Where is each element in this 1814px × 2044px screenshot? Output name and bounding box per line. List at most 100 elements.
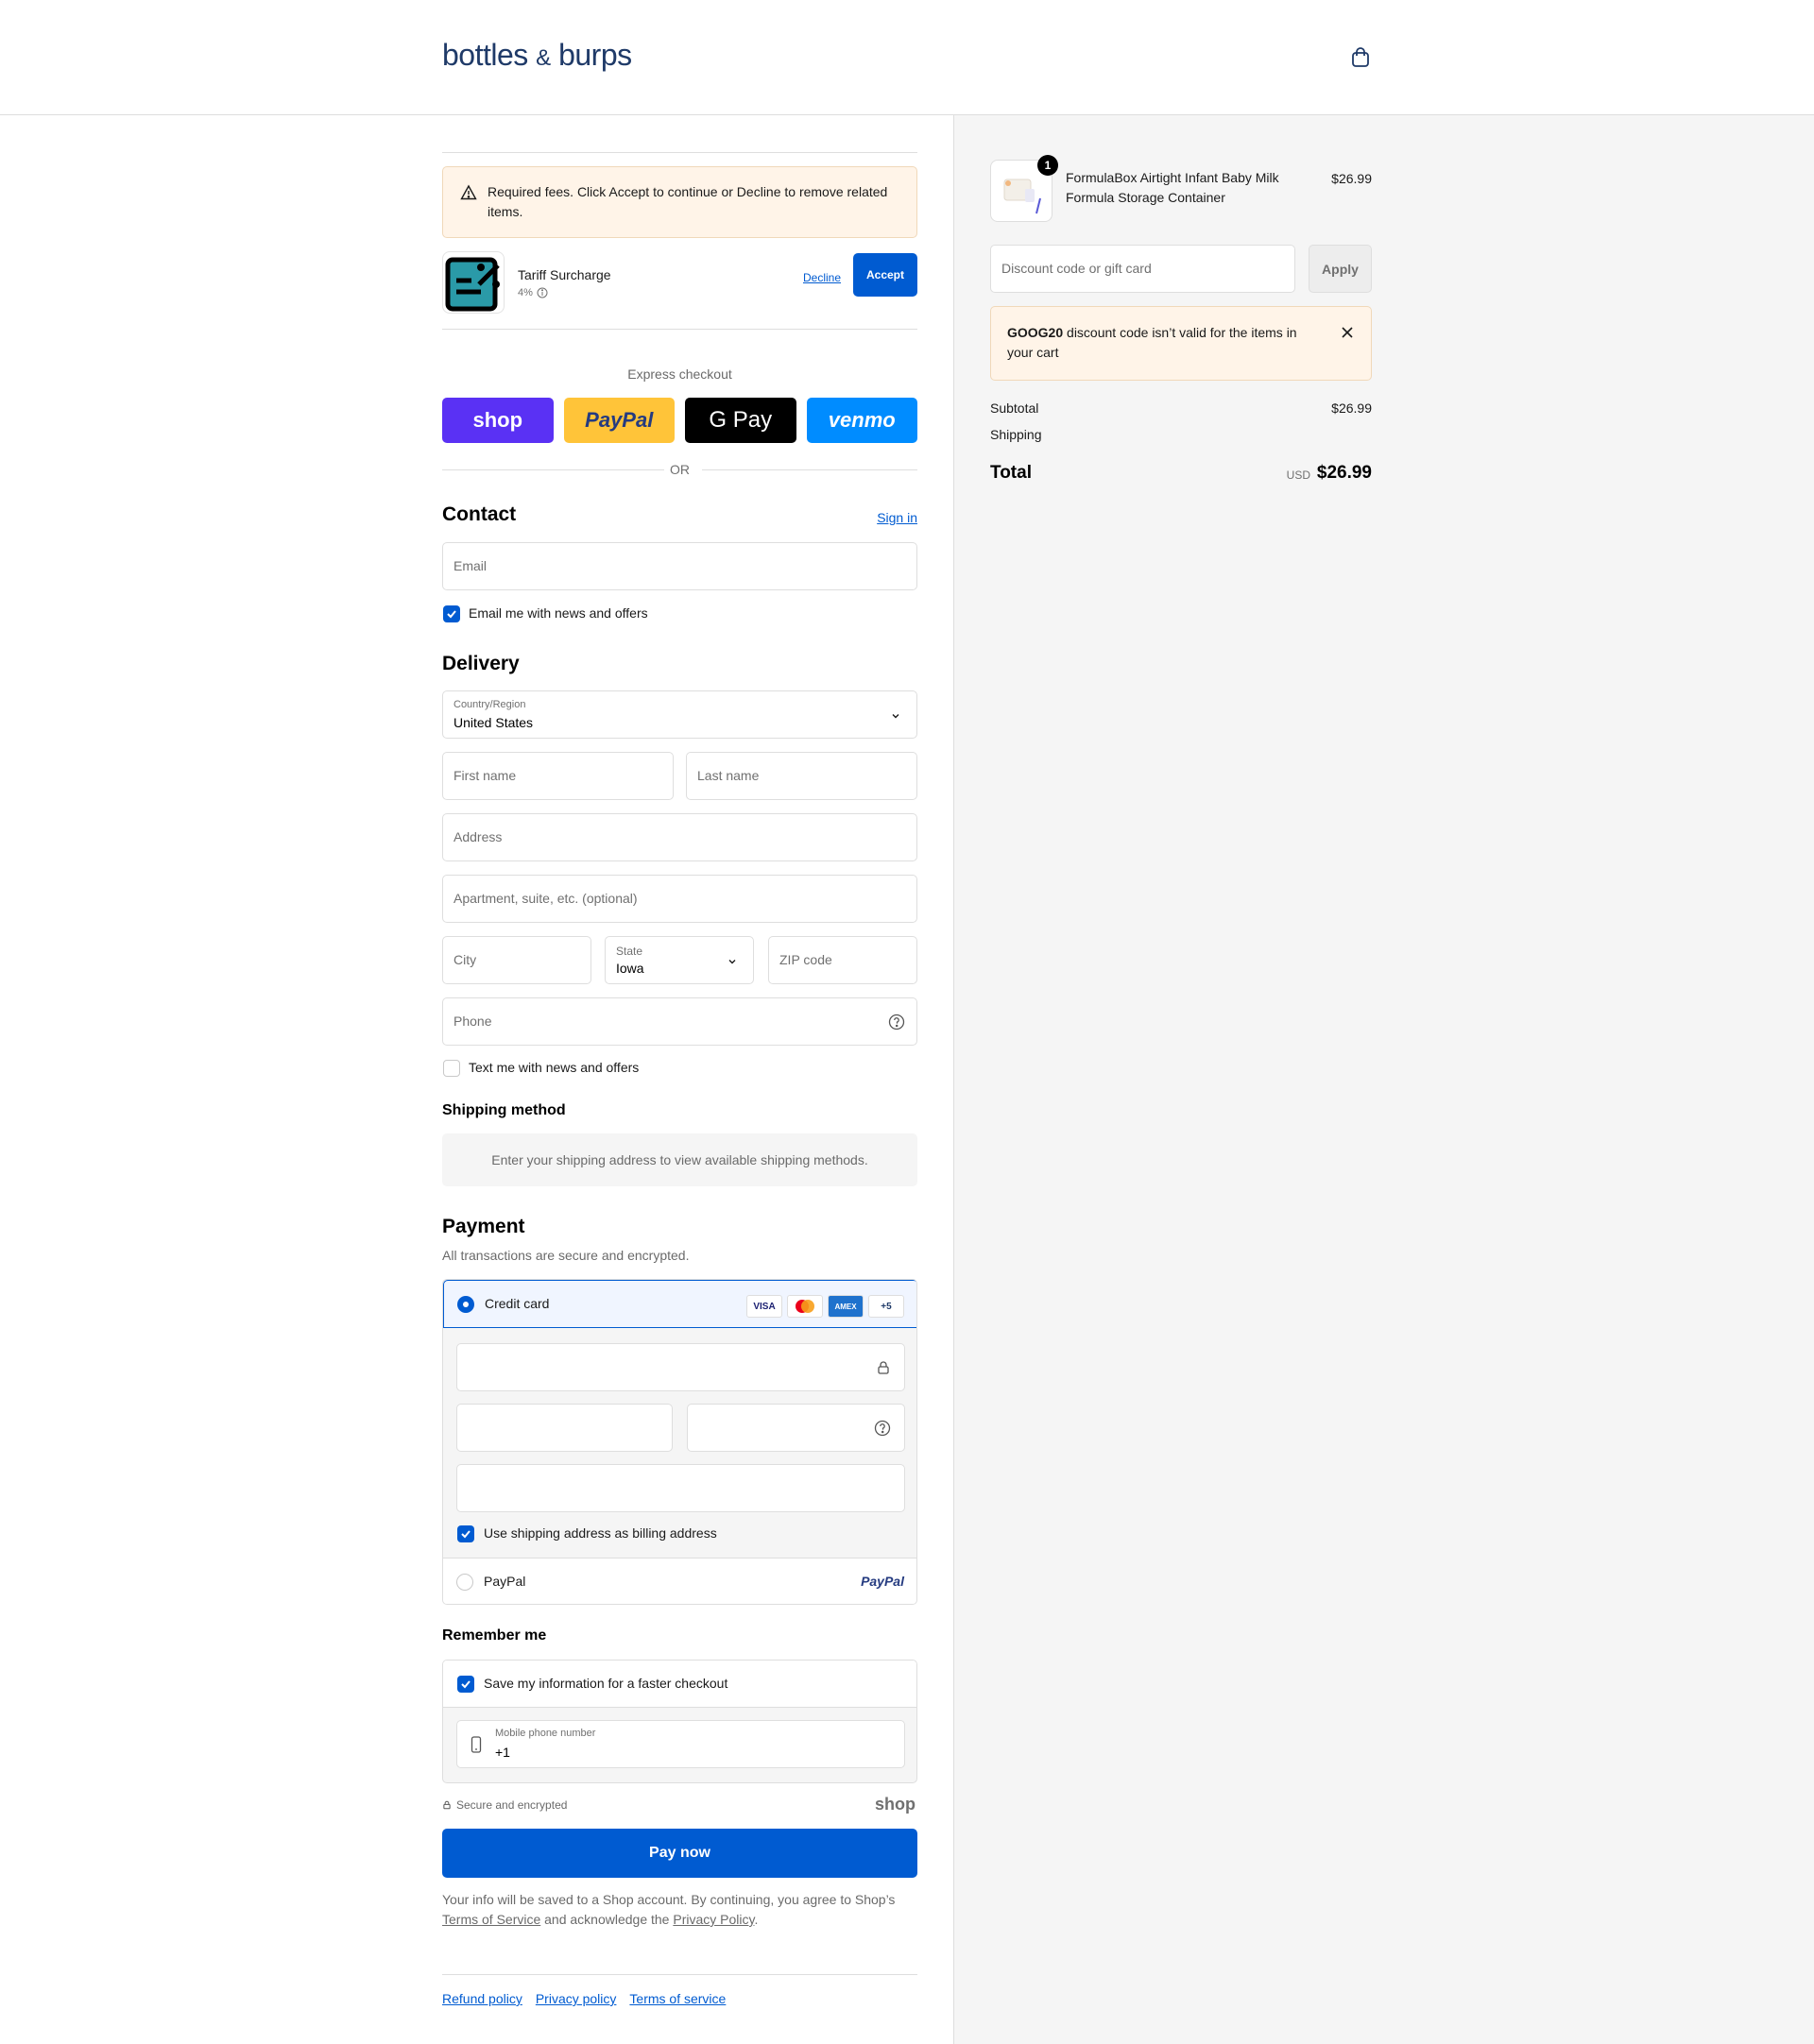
amex-text: AMEX (834, 1302, 857, 1311)
first-name-placeholder: First name (454, 768, 517, 783)
fee-rate-value: 4% (518, 287, 533, 298)
venmo-button[interactable]: venmo (806, 398, 917, 443)
address-field[interactable]: Address (442, 813, 917, 861)
checkmark-icon (461, 1530, 471, 1539)
subtotal-label: Subtotal (990, 400, 1039, 416)
contact-heading: Contact (442, 503, 517, 525)
lock-icon (878, 1361, 889, 1374)
card-number-field[interactable] (456, 1343, 905, 1391)
total-label: Total (990, 463, 1032, 483)
paypal-option[interactable]: PayPal PayPal (443, 1558, 916, 1604)
help-icon[interactable] (874, 1420, 891, 1437)
email-placeholder: Email (454, 558, 488, 573)
product-name: FormulaBox Airtight Infant Baby Milk For… (1066, 170, 1279, 205)
city-placeholder: City (454, 952, 477, 967)
discount-error-banner: GOOG20 discount code isn’t valid for the… (990, 306, 1372, 381)
discount-code-field[interactable]: Discount code or gift card (990, 245, 1295, 293)
first-name-field[interactable]: First name (442, 752, 674, 800)
shop-pay-button[interactable]: shop (442, 398, 554, 443)
warning-icon (460, 184, 477, 200)
credit-card-label: Credit card (485, 1296, 550, 1311)
fees-warning-text: Required fees. Click Accept to continue … (488, 184, 888, 219)
express-checkout-buttons: shop PayPal G Pay venmo (442, 398, 917, 443)
apartment-field[interactable]: Apartment, suite, etc. (optional) (442, 875, 917, 923)
discount-error-text: GOOG20 discount code isn’t valid for the… (1007, 323, 1319, 363)
privacy-policy-link[interactable]: Privacy policy (536, 1991, 617, 2006)
save-info-row[interactable]: Save my information for a faster checkou… (443, 1661, 916, 1708)
legal-part-3: . (754, 1912, 759, 1927)
required-fees-banner: Required fees. Click Accept to continue … (442, 166, 917, 238)
save-info-checkbox[interactable] (457, 1676, 474, 1693)
mobile-phone-icon (471, 1736, 482, 1753)
text-news-checkbox[interactable] (443, 1060, 460, 1077)
state-select[interactable]: State Iowa (605, 936, 754, 984)
email-field[interactable]: Email (442, 542, 917, 590)
paypal-radio[interactable] (456, 1574, 473, 1591)
payment-methods: Credit card VISA AMEX +5 Use shipping ad… (442, 1279, 917, 1605)
apply-discount-button[interactable]: Apply (1309, 245, 1372, 293)
mobile-phone-label: Mobile phone number (495, 1728, 596, 1739)
accept-fee-button[interactable]: Accept (853, 253, 917, 297)
pay-now-button[interactable]: Pay now (442, 1829, 917, 1878)
security-code-field[interactable] (687, 1404, 905, 1452)
paypal-express-button[interactable]: PayPal (563, 398, 675, 443)
tariff-doc-icon (445, 257, 500, 312)
decline-fee-link[interactable]: Decline (803, 271, 841, 284)
help-icon[interactable] (888, 1013, 905, 1031)
last-name-field[interactable]: Last name (686, 752, 917, 800)
store-logo[interactable]: bottles & burps (442, 38, 632, 73)
legal-text: Your info will be saved to a Shop accoun… (442, 1890, 917, 1930)
terms-of-service-link[interactable]: Terms of service (629, 1991, 726, 2006)
zip-field[interactable]: ZIP code (768, 936, 917, 984)
billing-same-label: Use shipping address as billing address (484, 1525, 717, 1541)
mobile-phone-value: +1 (495, 1745, 510, 1760)
footer-links: Refund policy Privacy policy Terms of se… (442, 1991, 726, 2006)
chevron-down-icon (892, 714, 899, 719)
state-value: Iowa (616, 961, 644, 976)
email-news-checkbox[interactable] (443, 605, 460, 622)
country-select[interactable]: Country/Region United States (442, 690, 917, 739)
remember-me-heading: Remember me (442, 1627, 547, 1644)
credit-card-option[interactable]: Credit card VISA AMEX +5 (443, 1280, 916, 1328)
sign-in-link[interactable]: Sign in (877, 510, 917, 525)
credit-card-radio[interactable] (457, 1296, 474, 1313)
total-value: $26.99 (1316, 463, 1372, 483)
phone-field[interactable]: Phone (442, 997, 917, 1046)
remember-me-box: Save my information for a faster checkou… (442, 1660, 917, 1783)
or-text: OR (670, 462, 690, 477)
refund-policy-link[interactable]: Refund policy (442, 1991, 522, 2006)
email-news-label: Email me with news and offers (469, 605, 648, 621)
tariff-thumbnail (442, 251, 505, 314)
top-header: bottles & burps (0, 0, 1814, 115)
logo-word-burps: burps (558, 38, 632, 72)
city-field[interactable]: City (442, 936, 591, 984)
shipping-method-heading: Shipping method (442, 1102, 566, 1118)
last-name-placeholder: Last name (697, 768, 760, 783)
expiration-date-field[interactable] (456, 1404, 673, 1452)
shop-privacy-link[interactable]: Privacy Policy (673, 1912, 754, 1927)
product-price: $26.99 (1331, 171, 1372, 186)
phone-placeholder: Phone (454, 1013, 492, 1029)
discount-code: GOOG20 (1007, 325, 1064, 340)
shopping-bag-icon[interactable] (1351, 47, 1370, 68)
billing-same-checkbox[interactable] (457, 1525, 474, 1542)
shipping-label: Shipping (990, 427, 1042, 442)
secure-text: Secure and encrypted (456, 1798, 568, 1812)
fee-item-row: Tariff Surcharge 4% Decline Accept (442, 251, 917, 314)
discount-placeholder: Discount code or gift card (1001, 261, 1152, 276)
country-label: Country/Region (454, 699, 526, 710)
mobile-phone-field[interactable]: Mobile phone number +1 (456, 1720, 905, 1768)
payment-heading: Payment (442, 1216, 525, 1237)
google-pay-button[interactable]: G Pay (685, 398, 796, 443)
amex-icon: AMEX (828, 1295, 864, 1318)
shop-terms-link[interactable]: Terms of Service (442, 1912, 540, 1927)
zip-placeholder: ZIP code (779, 952, 832, 967)
logo-word-bottles: bottles (442, 38, 528, 72)
info-icon[interactable] (537, 287, 548, 298)
logo-ampersand: & (536, 45, 551, 71)
delivery-heading: Delivery (442, 653, 520, 674)
secure-row: Secure and encrypted shop (442, 1795, 917, 1814)
subtotal-value: $26.99 (1331, 400, 1372, 416)
close-icon[interactable] (1341, 326, 1354, 339)
name-on-card-field[interactable] (456, 1464, 905, 1512)
